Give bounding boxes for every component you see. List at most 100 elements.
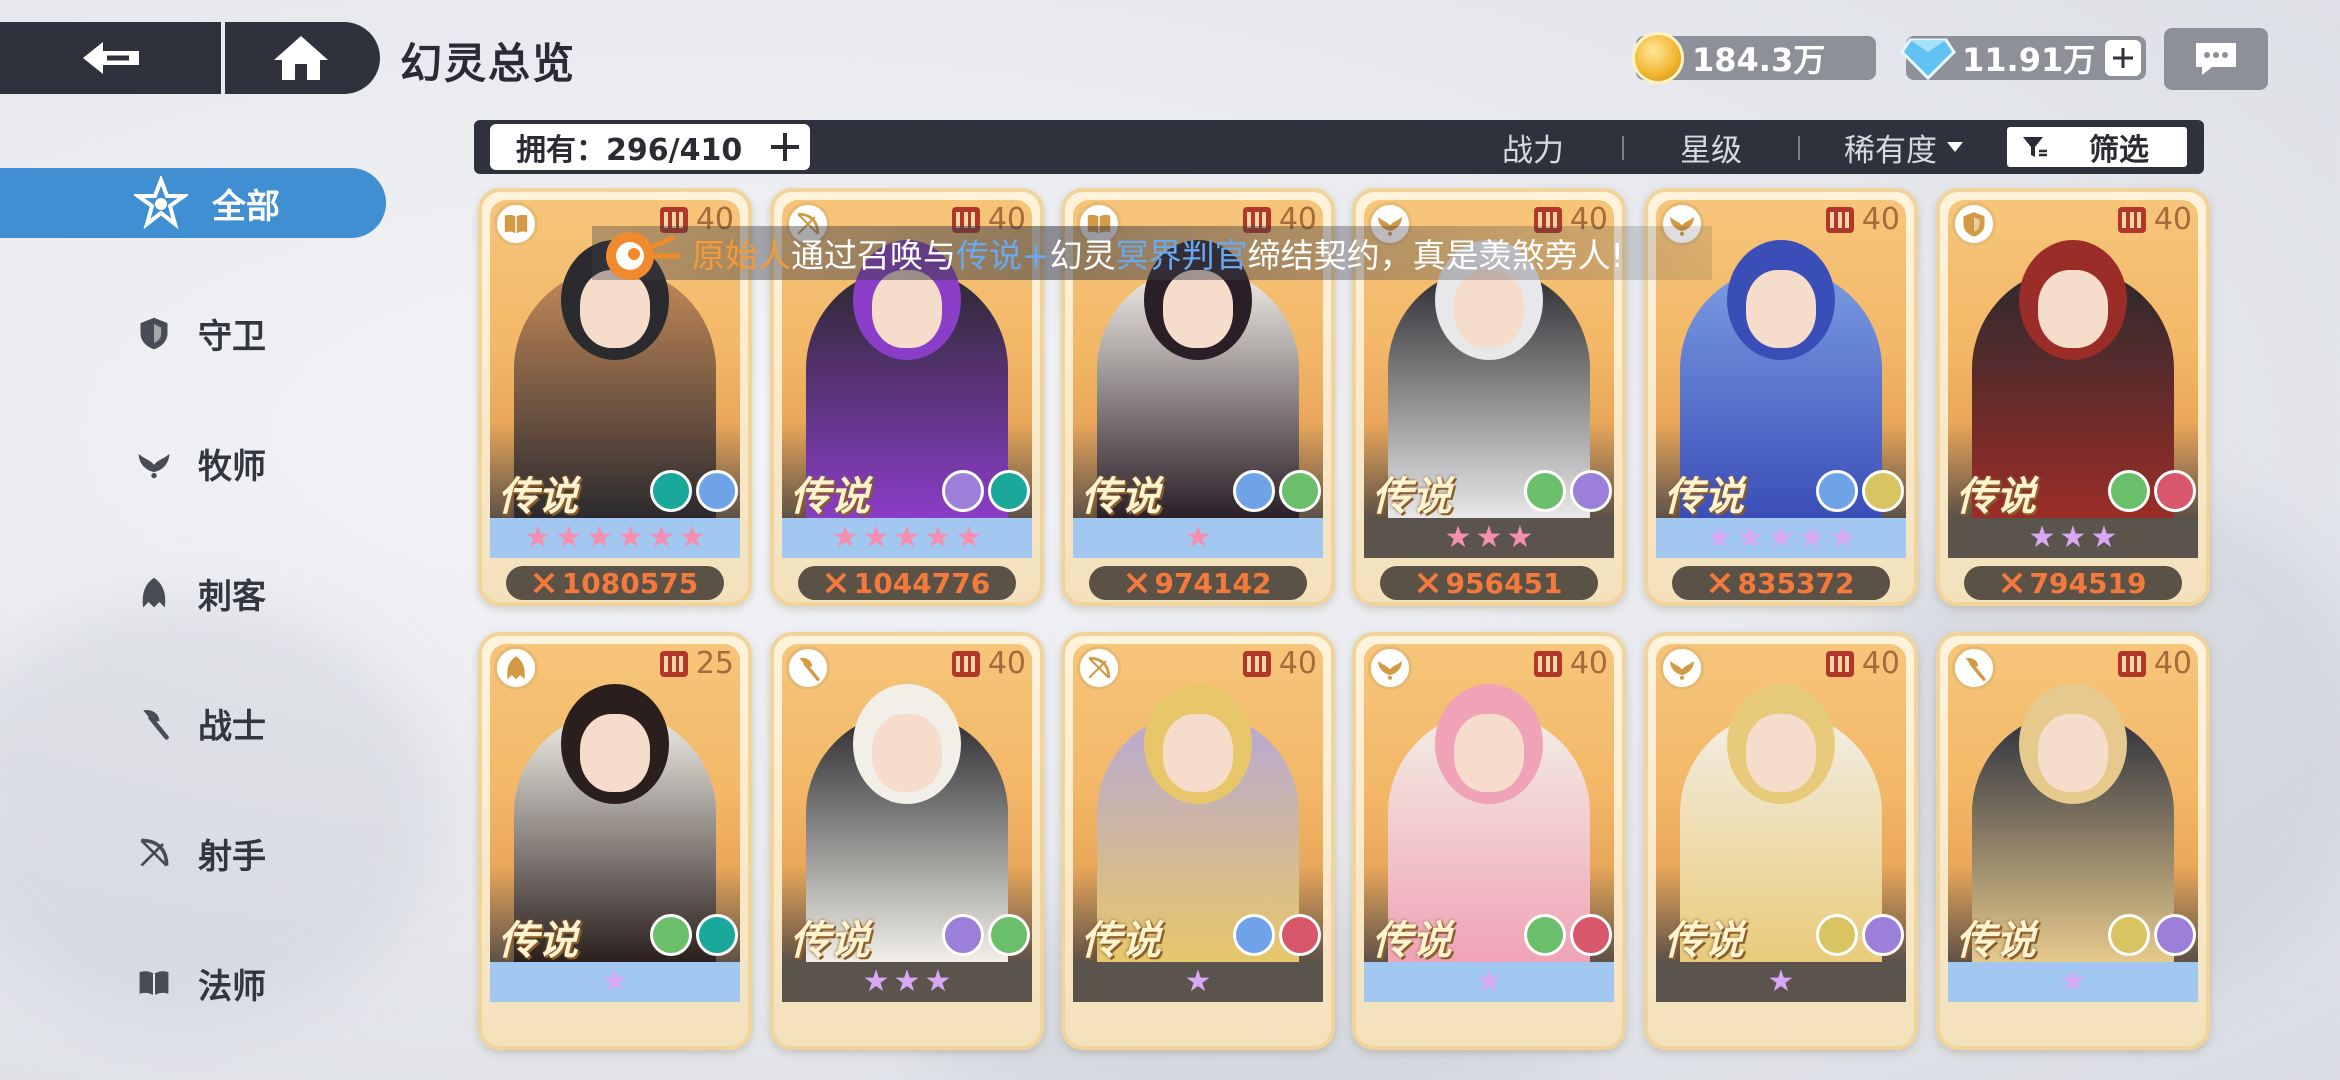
owned-count-box[interactable]: 拥有：296/410	[490, 124, 810, 170]
star-icon: ★	[1475, 520, 1503, 555]
star-icon: ★	[555, 520, 583, 555]
character-face	[872, 714, 942, 792]
owned-count: 拥有：296/410	[516, 133, 743, 168]
back-button[interactable]	[0, 22, 225, 94]
star-bar: ★ ★ ★	[1364, 518, 1614, 558]
broadcast-rarity: 传说+	[956, 236, 1050, 275]
combat-power-value: 1080575	[561, 566, 699, 600]
spirit-card[interactable]: 40 传说 ★ ★ ★ 794519	[1936, 188, 2210, 606]
combat-power: 794519	[1964, 566, 2182, 600]
level-value: 40	[2153, 202, 2192, 237]
crossed-swords-icon	[1709, 572, 1730, 594]
gem-amount: 11.91万	[1962, 41, 2096, 79]
element-icon	[1570, 914, 1612, 956]
star-icon: ★	[831, 520, 859, 555]
star-icon: ★	[924, 520, 952, 555]
gem-currency: 11.91万	[1900, 36, 2146, 81]
sort-power[interactable]: 战力	[1502, 120, 1564, 174]
bow-icon	[134, 833, 174, 873]
element-icon	[1816, 914, 1858, 956]
element-icon	[1233, 470, 1275, 512]
star-icon: ★	[1767, 964, 1795, 999]
star-icon: ★	[524, 520, 552, 555]
expand-slots-icon[interactable]	[768, 130, 802, 164]
all-class-icon	[134, 176, 188, 230]
add-gems-button[interactable]	[2105, 40, 2142, 76]
sidebar-item-5[interactable]: 射手	[0, 818, 390, 888]
element-icon	[1233, 914, 1275, 956]
rarity-label: 传说	[1372, 918, 1452, 964]
sidebar-item-2[interactable]: 牧师	[0, 428, 390, 498]
star-icon: ★	[1798, 520, 1826, 555]
star-icon: ★	[893, 520, 921, 555]
chat-button[interactable]	[2164, 28, 2268, 90]
star-bar: ★ ★ ★	[1948, 518, 2198, 558]
star-bar: ★	[1073, 962, 1323, 1002]
spirit-card[interactable]: 40 传说 ★	[1936, 632, 2210, 1050]
assassin-hood-icon	[494, 646, 538, 690]
rarity-label: 传说	[498, 918, 578, 964]
element-icon	[2154, 470, 2196, 512]
home-icon	[273, 36, 328, 80]
sort-rarity[interactable]: 稀有度	[1844, 120, 1965, 174]
element-icon	[1816, 470, 1858, 512]
level-badge: 40	[2117, 202, 2192, 237]
axe-icon	[786, 646, 830, 690]
element-icon	[650, 470, 692, 512]
sort-stars[interactable]: 星级	[1680, 120, 1742, 174]
combat-power: 835372	[1672, 566, 1890, 600]
level-badge: 40	[2117, 646, 2192, 681]
star-icon: ★	[893, 964, 921, 999]
element-icon	[1279, 470, 1321, 512]
character-face	[1746, 714, 1816, 792]
gold-amount: 184.3万	[1692, 41, 1826, 79]
level-value: 40	[1861, 646, 1900, 681]
character-face	[1163, 714, 1233, 792]
broadcast-spirit: 冥界判官	[1115, 236, 1248, 275]
level-badge: 25	[659, 646, 734, 681]
spirit-card[interactable]: 25 传说 ★	[478, 632, 752, 1050]
star-icon: ★	[1444, 520, 1472, 555]
rarity-label: 传说	[498, 474, 578, 520]
level-value: 40	[1569, 646, 1608, 681]
priest-wings-icon	[1660, 646, 1704, 690]
sort-rarity-label: 稀有度	[1844, 132, 1937, 169]
element-icon	[696, 914, 738, 956]
filter-button[interactable]: 筛选	[2004, 124, 2190, 170]
gold-currency: 184.3万	[1632, 32, 1876, 84]
sidebar-item-label: 战士	[198, 706, 266, 747]
rarity-label: 传说	[790, 918, 870, 964]
star-bar: ★	[1364, 962, 1614, 1002]
star-icon: ★	[586, 520, 613, 555]
gold-coin-icon	[1632, 32, 1684, 84]
sidebar-item-1[interactable]: 守卫	[0, 298, 390, 368]
spirit-card[interactable]: 40 传说 ★	[1061, 632, 1335, 1050]
sidebar-item-4[interactable]: 战士	[0, 688, 390, 758]
element-icon	[1862, 914, 1904, 956]
book-icon	[134, 963, 174, 1003]
rarity-label: 传说	[1081, 474, 1161, 520]
character-face	[1746, 270, 1816, 348]
star-bar: ★	[1073, 518, 1323, 558]
combat-power: 956451	[1380, 566, 1598, 600]
chat-bubble-icon	[2196, 43, 2236, 75]
sidebar-item-6[interactable]: 法师	[0, 948, 390, 1018]
sidebar-item-3[interactable]: 刺客	[0, 558, 390, 628]
element-icon	[1570, 470, 1612, 512]
star-icon: ★	[1736, 520, 1764, 555]
spirit-card[interactable]: 40 传说 ★ ★ ★	[770, 632, 1044, 1050]
star-icon: ★	[1475, 964, 1503, 999]
element-icon	[942, 470, 984, 512]
sidebar-item-label: 刺客	[198, 576, 266, 617]
broadcast-banner: 原始人 通过召唤与 传说+ 幻灵 冥界判官 缔结契约，真是羡煞旁人!	[592, 226, 1712, 280]
level-bars-icon	[1242, 650, 1271, 677]
class-sidebar: 全部守卫牧师刺客战士射手法师	[0, 168, 390, 1078]
sidebar-item-label: 全部	[212, 186, 280, 227]
sidebar-item-label: 法师	[198, 966, 266, 1007]
home-button[interactable]	[225, 22, 376, 94]
level-badge: 40	[1825, 646, 1900, 681]
element-icon	[1862, 470, 1904, 512]
sidebar-item-0[interactable]: 全部	[0, 168, 386, 238]
spirit-card[interactable]: 40 传说 ★	[1644, 632, 1918, 1050]
spirit-card[interactable]: 40 传说 ★	[1352, 632, 1626, 1050]
